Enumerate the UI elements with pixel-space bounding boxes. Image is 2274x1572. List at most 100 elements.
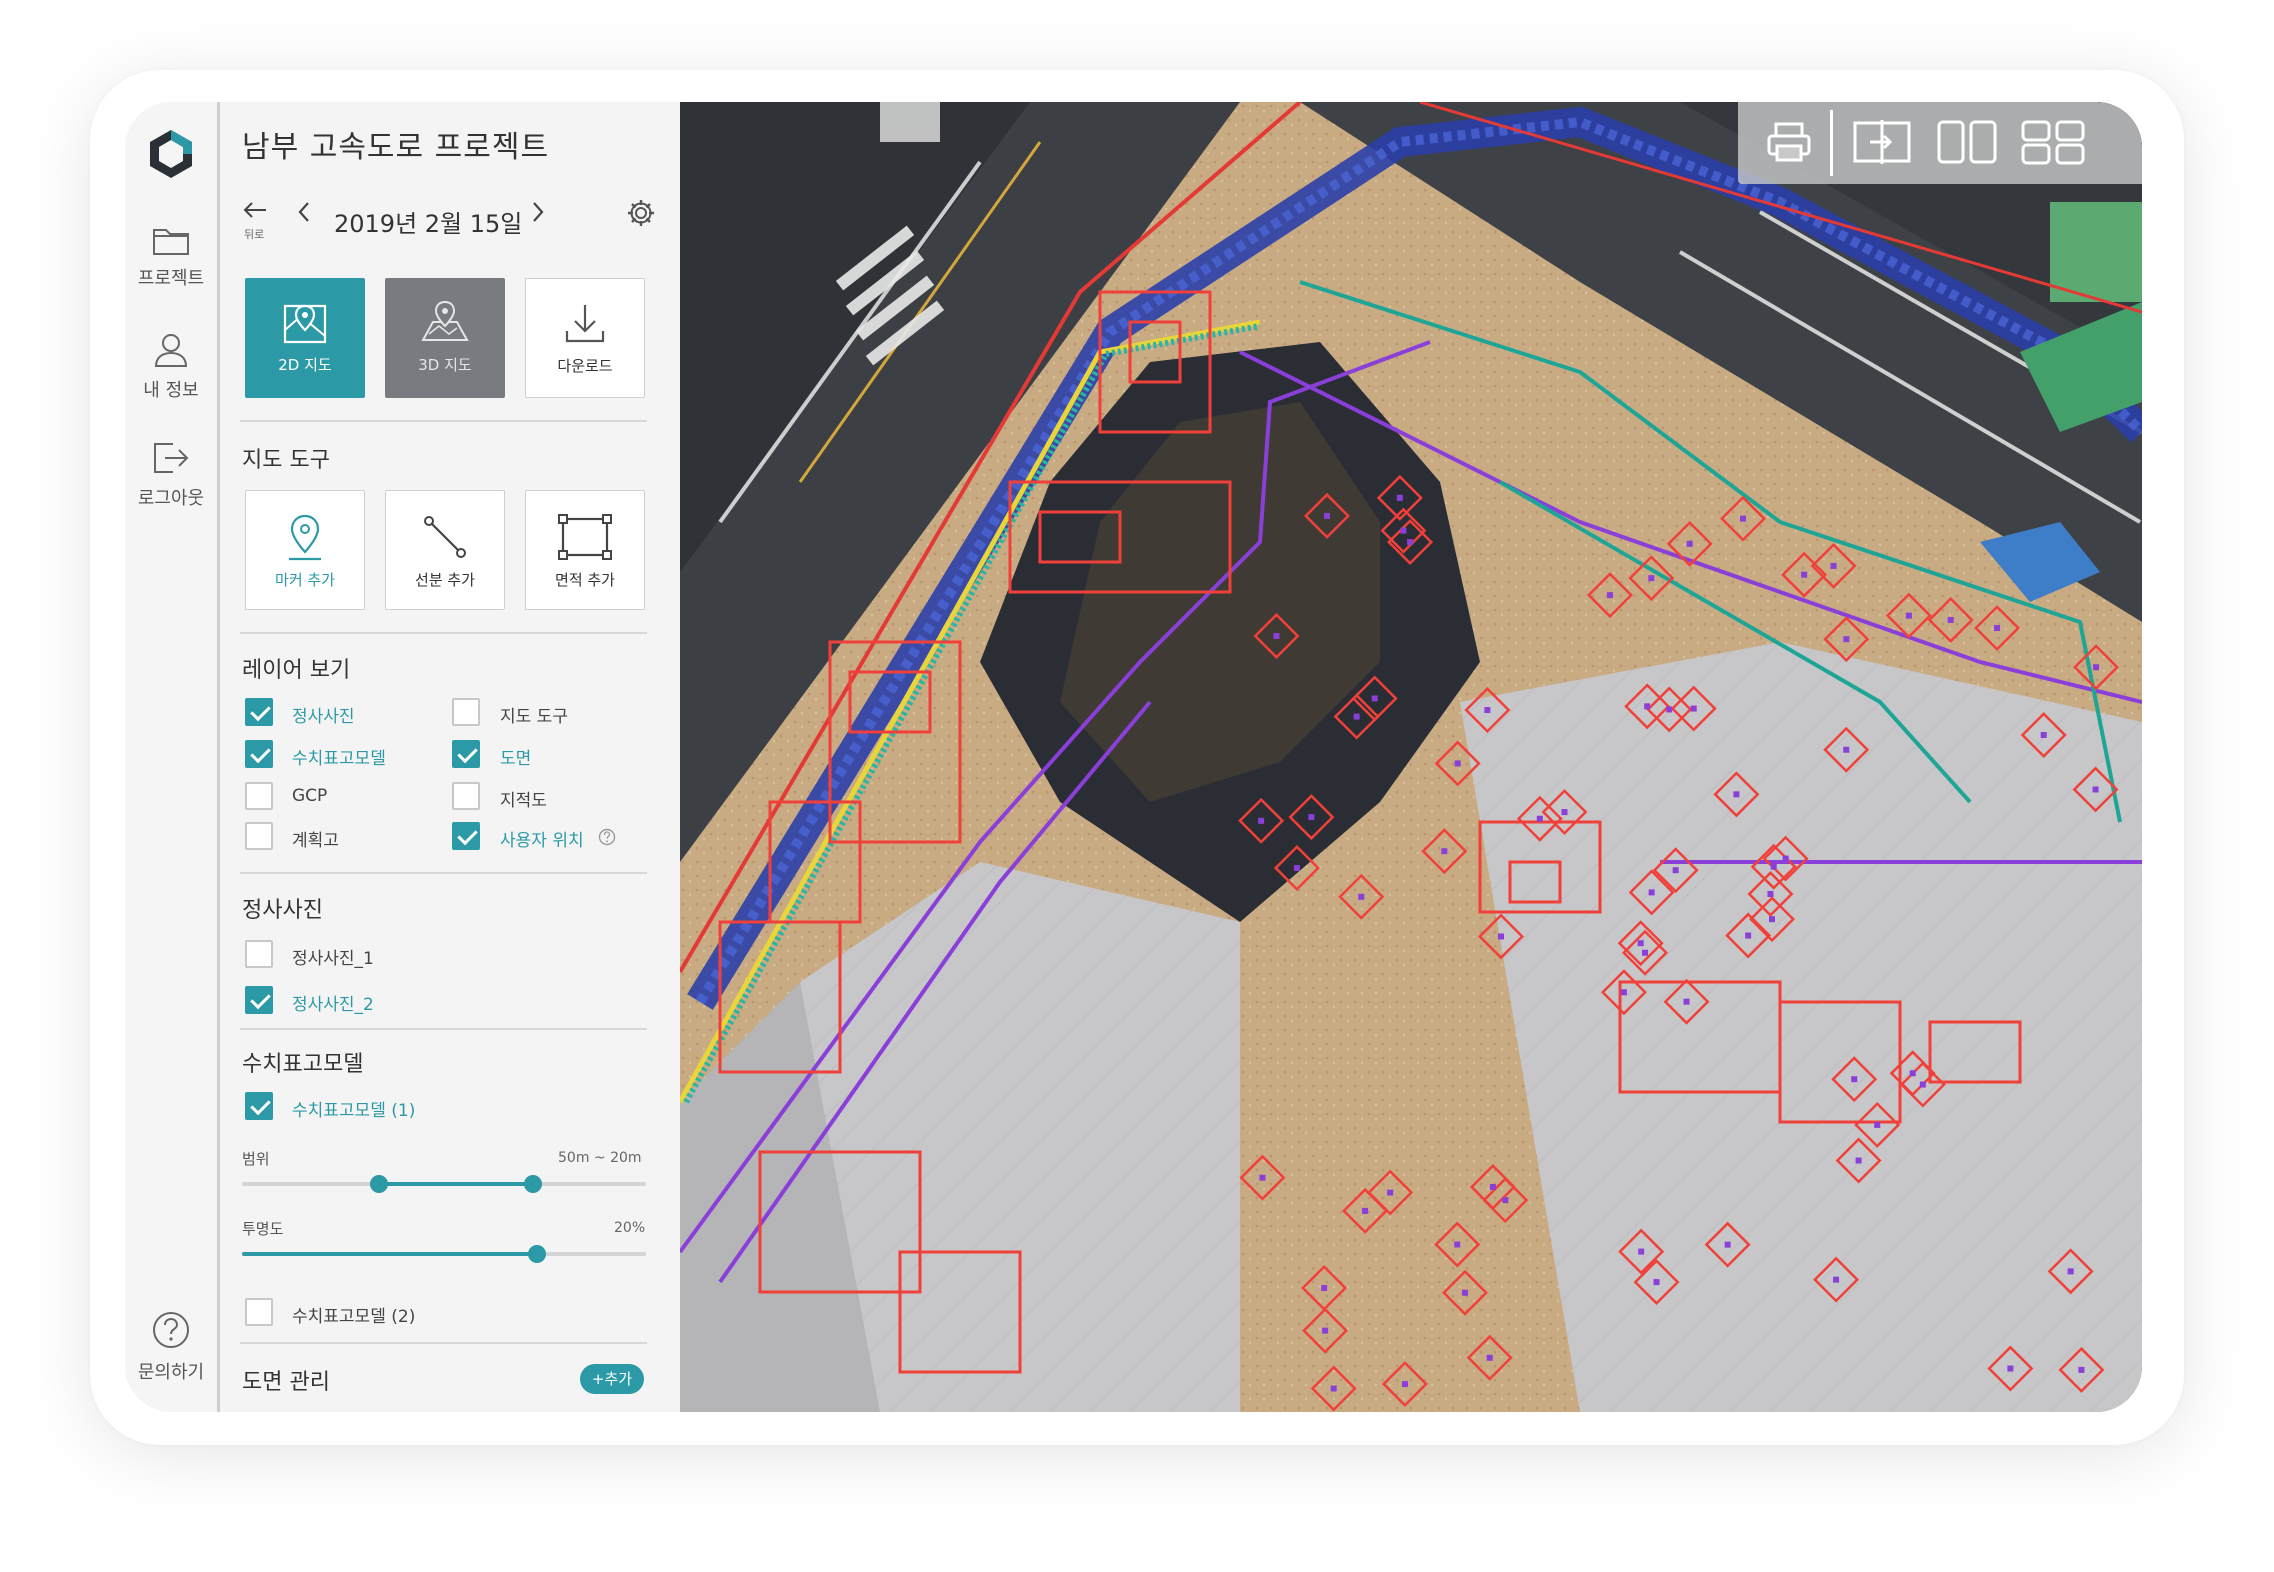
help-icon — [153, 1312, 189, 1348]
nav-my-info-label: 내 정보 — [143, 380, 199, 401]
download-button[interactable]: 다운로드 — [525, 278, 645, 398]
download-icon — [565, 305, 605, 343]
nav-logout[interactable]: 로그아웃 — [125, 440, 217, 510]
nav-logout-label: 로그아웃 — [137, 488, 205, 509]
column-marker-dot — [1536, 815, 1543, 822]
nav-projects[interactable]: 프로젝트 — [125, 224, 217, 290]
nav-projects-label: 프로젝트 — [137, 268, 205, 289]
layers-title: 레이어 보기 — [242, 658, 351, 683]
range-low-value: 50m — [558, 1150, 590, 1166]
range-slider-handle-min[interactable] — [370, 1175, 389, 1193]
add-marker-label: 마커 추가 — [275, 571, 335, 589]
section-divider — [240, 1342, 647, 1344]
column-marker-dot — [1801, 571, 1808, 578]
column-marker-dot — [1273, 633, 1280, 640]
column-marker-dot — [1739, 515, 1746, 522]
column-marker-dot — [1454, 1241, 1461, 1248]
column-marker-dot — [1620, 989, 1627, 996]
column-marker-dot — [1672, 867, 1679, 874]
prev-date-icon[interactable] — [296, 200, 312, 224]
column-marker-dot — [1782, 855, 1789, 862]
column-marker-dot — [1454, 760, 1461, 767]
next-date-icon[interactable] — [530, 200, 546, 224]
column-marker-dot — [1909, 1070, 1916, 1077]
column-marker-dot — [1323, 512, 1330, 519]
column-marker-dot — [1919, 1081, 1926, 1088]
column-marker-dot — [1683, 998, 1690, 1005]
side-panel: 남부 고속도로 프로젝트 뒤로 2019년 2월 15일 2D 지도 3D 지도… — [220, 102, 662, 1412]
column-marker-dot — [2092, 786, 2099, 793]
view-3d-map-button[interactable]: 3D 지도 — [385, 278, 505, 398]
layer-map-tools-checkbox[interactable] — [452, 698, 480, 726]
project-title: 남부 고속도로 프로젝트 — [242, 130, 550, 165]
dem-2-checkbox[interactable] — [245, 1298, 273, 1326]
add-marker-button[interactable]: 마커 추가 — [245, 490, 365, 610]
nav-help-label: 문의하기 — [137, 1362, 205, 1383]
column-marker-dot — [1648, 575, 1655, 582]
column-marker-dot — [2040, 732, 2047, 739]
view-2d-map-label: 2D 지도 — [278, 356, 332, 374]
section-divider — [240, 632, 647, 634]
ortho-title: 정사사진 — [242, 898, 323, 923]
range-separator: ~ — [593, 1150, 606, 1166]
range-slider-handle-max[interactable] — [523, 1175, 542, 1193]
layer-drawing-checkbox[interactable] — [452, 740, 480, 768]
layer-cadastral-checkbox[interactable] — [452, 782, 480, 810]
dem-1-label: 수치표고모델 (1) — [292, 1101, 416, 1121]
column-marker-dot — [1770, 863, 1777, 870]
ortho-1-checkbox[interactable] — [245, 940, 273, 968]
split-view-icon[interactable] — [1936, 118, 1998, 166]
add-drawing-button[interactable]: +추가 — [580, 1364, 644, 1394]
nav-my-info[interactable]: 내 정보 — [125, 332, 217, 402]
print-icon[interactable] — [1766, 120, 1812, 164]
column-marker-dot — [1462, 1289, 1469, 1296]
column-marker-dot — [1353, 713, 1360, 720]
view-2d-map-button[interactable]: 2D 지도 — [245, 278, 365, 398]
layer-plan-height-checkbox[interactable] — [245, 822, 273, 850]
opacity-slider-handle[interactable] — [527, 1245, 546, 1263]
opacity-value: 20% — [614, 1220, 646, 1236]
column-marker-dot — [1690, 705, 1697, 712]
layer-dem-checkbox[interactable] — [245, 740, 273, 768]
column-marker-dot — [1330, 1385, 1337, 1392]
quad-view-icon[interactable] — [2020, 118, 2086, 166]
dem-1-checkbox[interactable] — [245, 1092, 273, 1120]
map-view[interactable] — [680, 102, 2142, 1412]
column-marker-dot — [1905, 612, 1912, 619]
layer-ortho-checkbox[interactable] — [245, 698, 273, 726]
map-tools-title: 지도 도구 — [242, 448, 330, 473]
layer-user-location-checkbox[interactable] — [452, 822, 480, 850]
column-marker-dot — [1387, 1189, 1394, 1196]
layer-ortho-label: 정사사진 — [292, 707, 355, 727]
column-marker-dot — [1724, 1241, 1731, 1248]
nav-help[interactable]: 문의하기 — [125, 1310, 217, 1384]
settings-gear-icon[interactable] — [626, 198, 656, 228]
opacity-label: 투명도 — [242, 1220, 284, 1238]
layer-gcp-checkbox[interactable] — [245, 782, 273, 810]
column-marker-dot — [1874, 1121, 1881, 1128]
column-marker-dot — [1648, 889, 1655, 896]
toolbar-divider — [1830, 110, 1833, 176]
column-marker-dot — [1833, 1276, 1840, 1283]
opacity-slider[interactable] — [242, 1245, 646, 1263]
info-icon[interactable] — [598, 828, 616, 846]
column-marker-dot — [1994, 625, 2001, 632]
ortho-2-checkbox[interactable] — [245, 986, 273, 1014]
drawings-title: 도면 관리 — [242, 1370, 330, 1395]
add-area-button[interactable]: 면적 추가 — [525, 490, 645, 610]
range-label: 범위 — [242, 1150, 270, 1168]
range-slider[interactable] — [242, 1175, 646, 1193]
marker-icon — [289, 514, 321, 561]
compare-icon[interactable] — [1852, 118, 1912, 166]
column-marker-dot — [1947, 616, 1954, 623]
back-arrow-icon[interactable] — [242, 200, 268, 220]
range-value: 50m ~ 20m — [558, 1150, 642, 1166]
dem-title: 수치표고모델 — [242, 1052, 364, 1077]
column-marker-dot — [1767, 891, 1774, 898]
column-marker-dot — [2007, 1365, 2014, 1372]
add-line-button[interactable]: 선분 추가 — [385, 490, 505, 610]
column-marker-dot — [1498, 933, 1505, 940]
map-toolbar — [1738, 102, 2142, 184]
column-marker-dot — [1259, 1174, 1266, 1181]
column-marker-dot — [1358, 893, 1365, 900]
